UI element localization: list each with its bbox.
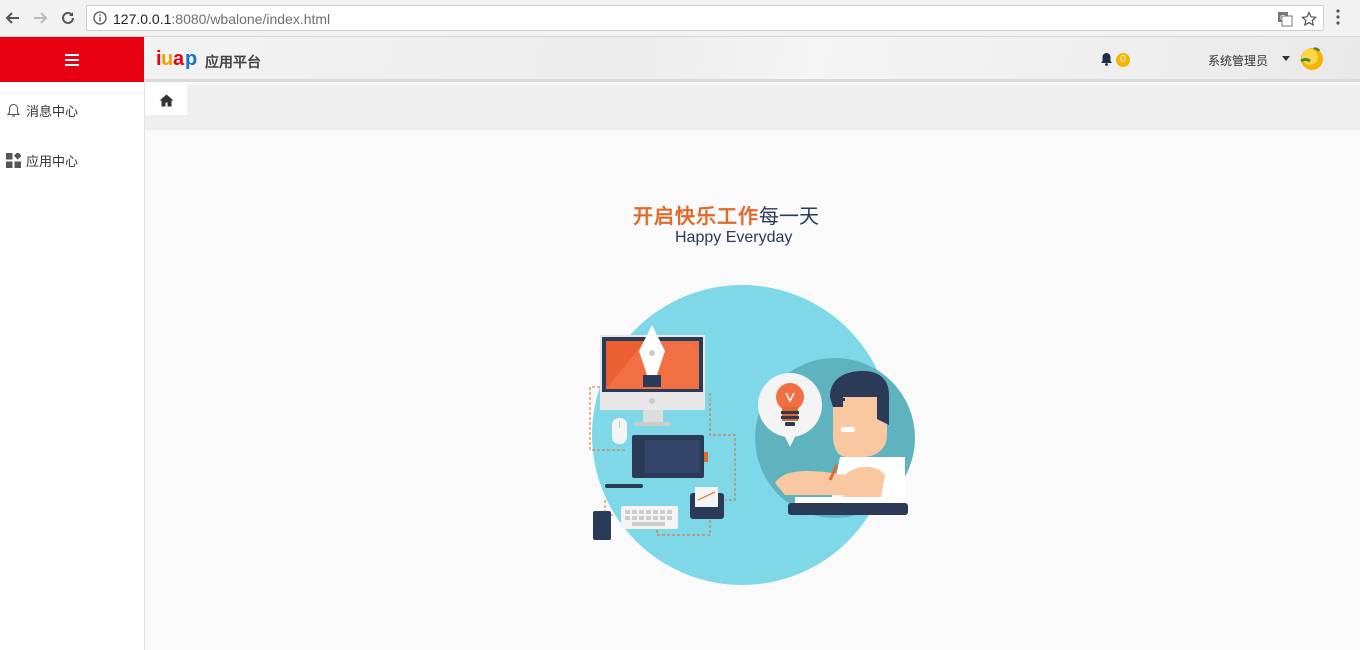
notification-bell-icon[interactable] <box>1100 52 1113 66</box>
star-icon[interactable] <box>1301 11 1317 27</box>
notification-count-badge: 0 <box>1116 53 1130 67</box>
browser-toolbar: 127.0.0.1:8080/wbalone/index.html G <box>0 0 1360 37</box>
tab-home[interactable] <box>145 85 187 115</box>
sidebar-item-messages[interactable]: 消息中心 <box>0 95 144 125</box>
translate-icon[interactable]: G <box>1277 11 1293 27</box>
main-content: 开启快乐工作每一天 Happy Everyday <box>145 130 1360 650</box>
avatar[interactable] <box>1298 45 1324 71</box>
sidebar-toggle[interactable] <box>0 37 144 82</box>
url-text: 127.0.0.1:8080/wbalone/index.html <box>113 11 330 27</box>
slogan-rest: 每一天 <box>759 206 819 228</box>
url-path: :8080/wbalone/index.html <box>171 11 331 27</box>
tab-bar <box>145 85 1360 130</box>
user-dropdown-caret[interactable] <box>1282 56 1290 61</box>
home-icon <box>159 94 173 106</box>
app-header: i u a p 应用平台 0 系统管理员 <box>144 37 1360 82</box>
logo[interactable]: i u a p 应用平台 <box>156 49 261 71</box>
sidebar-item-label: 应用中心 <box>26 153 79 169</box>
bell-outline-icon <box>5 102 21 118</box>
svg-text:p: p <box>185 49 197 70</box>
user-name[interactable]: 系统管理员 <box>1208 52 1268 69</box>
slogan-highlight: 开启快乐工作 <box>633 206 759 228</box>
menu-icon <box>65 53 79 66</box>
apps-grid-icon <box>5 152 21 168</box>
url-host: 127.0.0.1 <box>113 11 172 27</box>
reload-icon <box>62 11 74 24</box>
reload-button[interactable] <box>58 8 78 28</box>
iuap-logo-icon: i u a p <box>156 49 197 70</box>
more-vert-icon[interactable] <box>1335 9 1341 25</box>
arrow-right-icon <box>34 12 48 24</box>
welcome-illustration <box>589 285 915 585</box>
arrow-left-icon <box>5 12 19 24</box>
welcome-slogan: 开启快乐工作每一天 <box>633 200 819 229</box>
welcome-subslogan: Happy Everyday <box>675 229 793 246</box>
svg-text:G: G <box>1280 14 1285 22</box>
address-bar[interactable]: 127.0.0.1:8080/wbalone/index.html G <box>86 5 1324 31</box>
sidebar-item-apps[interactable]: 应用中心 <box>0 145 144 175</box>
back-button[interactable] <box>3 8 23 28</box>
forward-button[interactable] <box>30 8 50 28</box>
svg-text:a: a <box>173 49 185 70</box>
svg-text:u: u <box>161 49 173 70</box>
sidebar-item-label: 消息中心 <box>26 103 79 119</box>
info-icon[interactable] <box>93 11 107 25</box>
sidebar: 消息中心 应用中心 <box>0 82 145 650</box>
logo-subtitle: 应用平台 <box>205 54 261 70</box>
